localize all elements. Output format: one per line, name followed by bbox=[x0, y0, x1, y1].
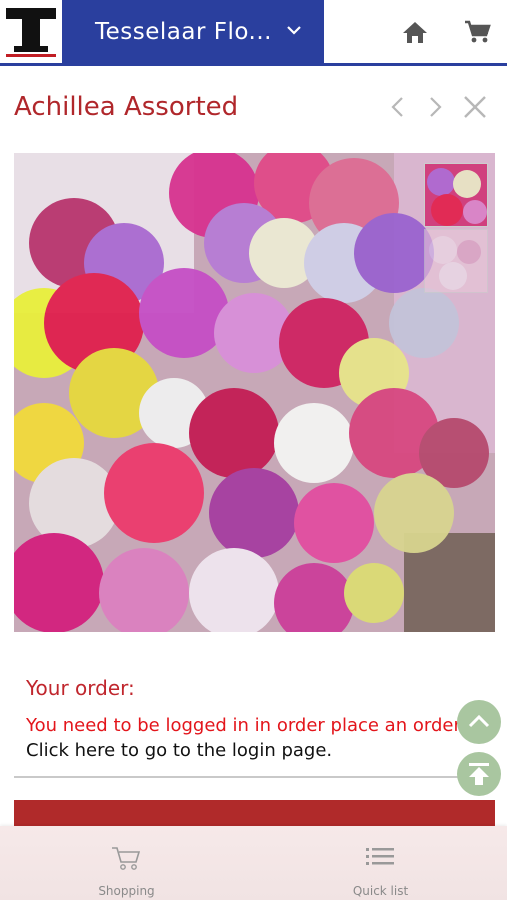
header-divider bbox=[0, 63, 507, 66]
app-header: Tesselaar Flo... bbox=[0, 0, 507, 66]
close-icon[interactable] bbox=[461, 92, 489, 122]
thumbnail-2[interactable] bbox=[424, 229, 488, 293]
chevron-right-icon[interactable] bbox=[422, 92, 448, 122]
nav-quick-list[interactable]: Quick list bbox=[254, 826, 507, 900]
product-image[interactable] bbox=[14, 153, 495, 632]
nav-shopping-label: Shopping bbox=[98, 884, 155, 898]
shop-name: Tesselaar Flo... bbox=[95, 19, 272, 45]
thumbnail-1[interactable] bbox=[424, 163, 488, 227]
chevron-left-icon[interactable] bbox=[385, 92, 411, 122]
order-title: Your order: bbox=[26, 676, 135, 700]
home-icon[interactable] bbox=[399, 16, 431, 48]
scroll-to-top-icon bbox=[469, 763, 489, 785]
chevron-up-icon bbox=[468, 714, 490, 728]
login-link[interactable]: Click here to go to the login page. bbox=[26, 740, 332, 761]
nav-shopping[interactable]: Shopping bbox=[0, 826, 253, 900]
tesselaar-logo[interactable] bbox=[0, 0, 62, 62]
scroll-top-button[interactable] bbox=[457, 752, 501, 796]
cart-icon[interactable] bbox=[461, 16, 493, 48]
scroll-up-button[interactable] bbox=[457, 700, 501, 744]
product-title: Achillea Assorted bbox=[14, 92, 239, 122]
bottom-navigation: Shopping Quick list bbox=[0, 826, 507, 900]
chevron-down-icon bbox=[287, 26, 301, 35]
order-card: Your order: You need to be logged in in … bbox=[14, 660, 492, 778]
list-icon bbox=[366, 848, 394, 865]
cart-icon bbox=[112, 847, 141, 870]
login-required-message: You need to be logged in in order place … bbox=[26, 715, 465, 736]
shop-selector[interactable]: Tesselaar Flo... bbox=[62, 0, 324, 64]
nav-quick-list-label: Quick list bbox=[352, 884, 409, 898]
